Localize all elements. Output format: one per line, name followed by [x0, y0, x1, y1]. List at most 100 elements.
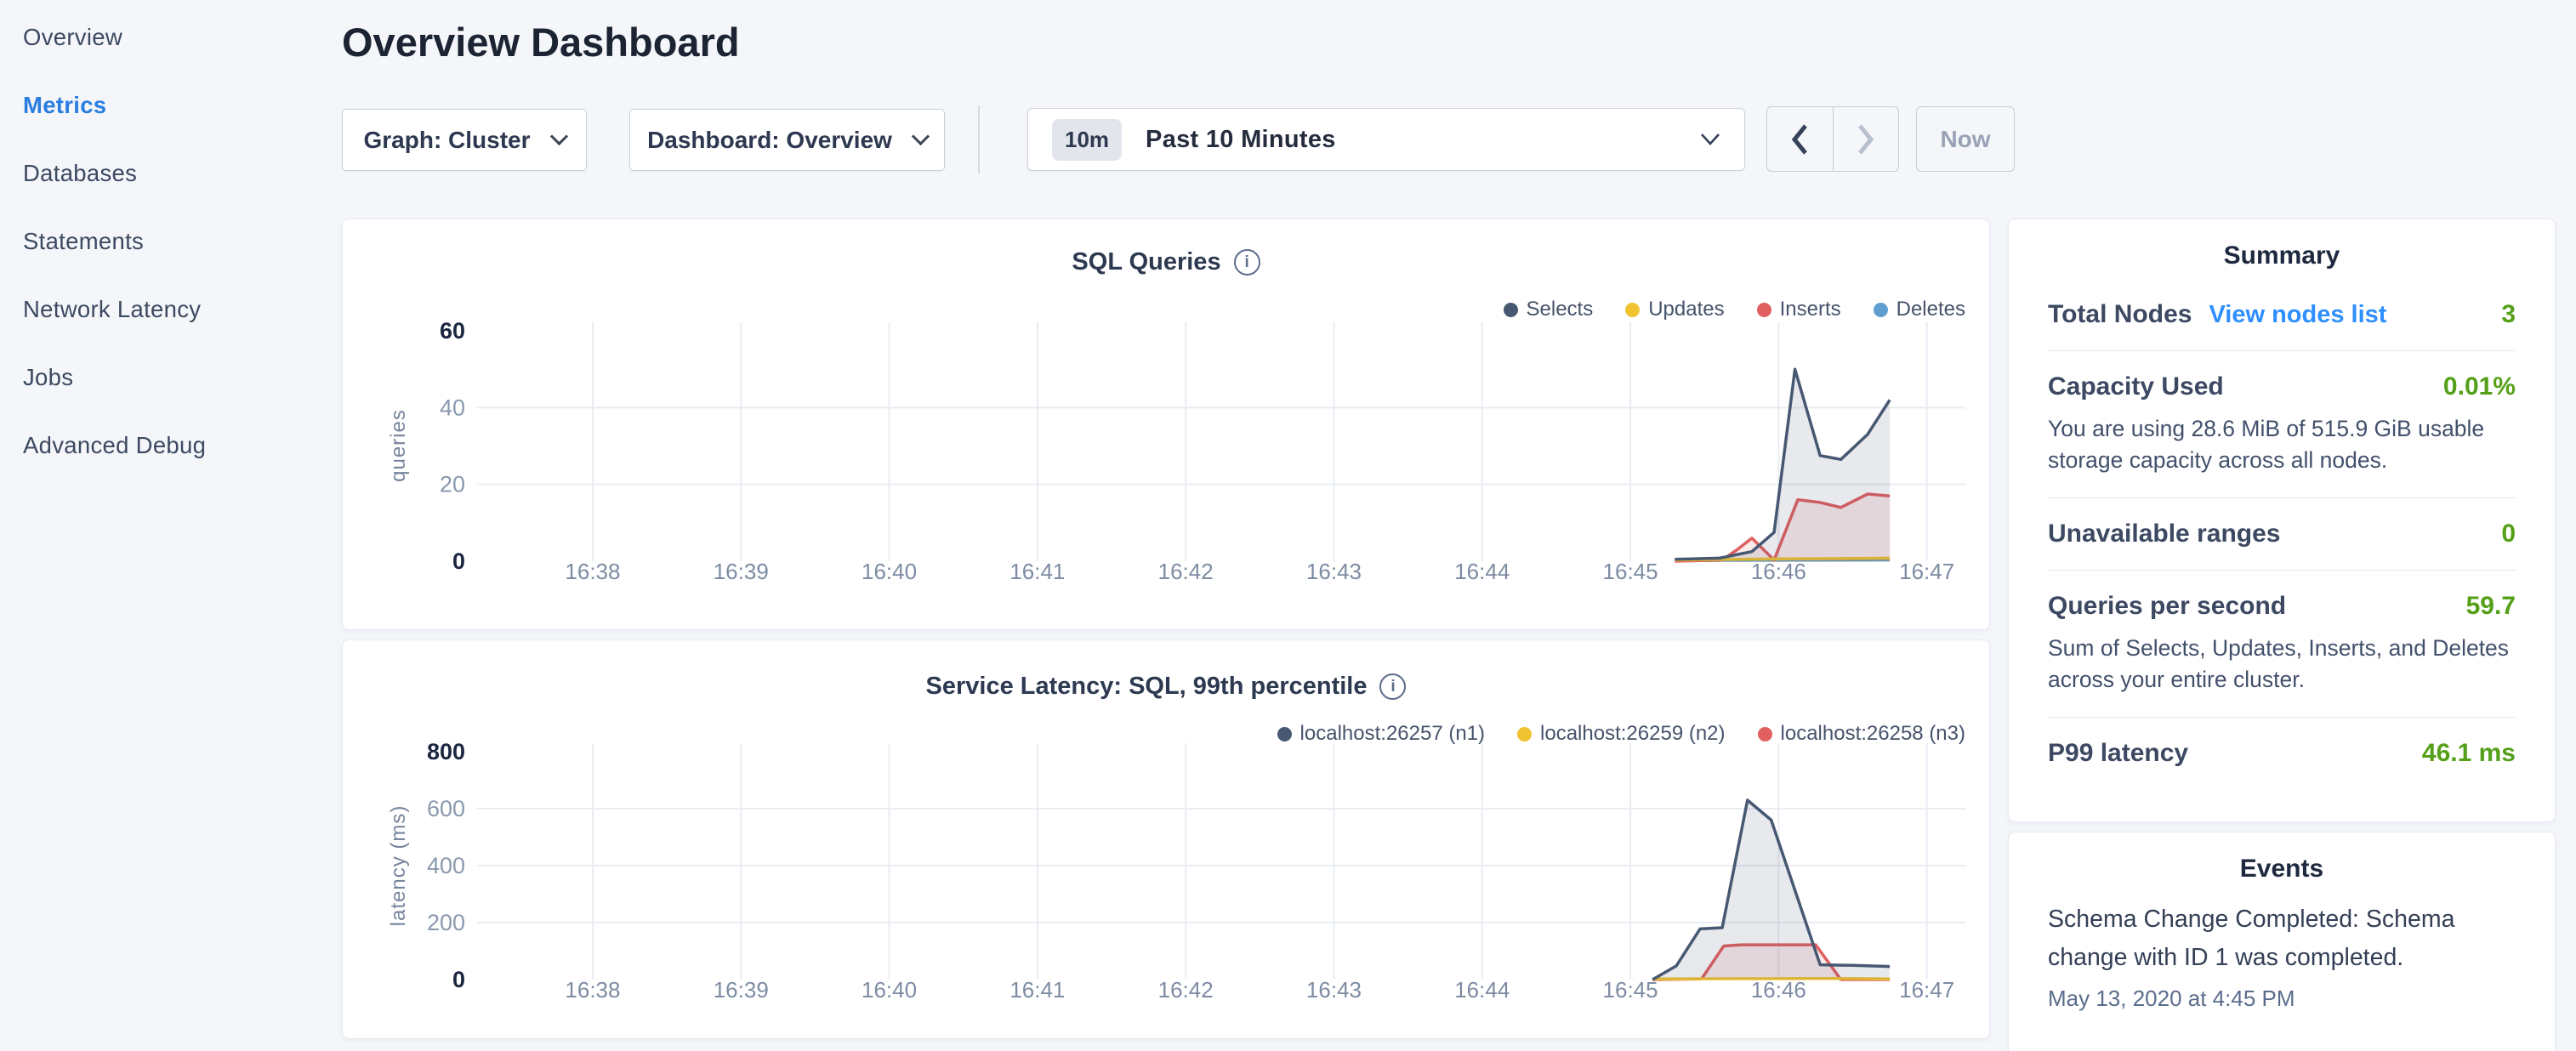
legend-dot-icon: [1277, 727, 1292, 741]
graph-dropdown[interactable]: Graph: Cluster: [342, 109, 587, 171]
svg-text:16:42: 16:42: [1158, 977, 1214, 1003]
legend-label: Deletes: [1896, 298, 1965, 321]
summary-row-value: 0.01%: [2443, 372, 2516, 401]
controls-divider: [978, 105, 980, 173]
summary-row-label: Capacity Used: [2048, 372, 2224, 401]
summary-row-label: Queries per second: [2048, 592, 2286, 621]
summary-rows: Total Nodes View nodes list 3 Capacity Used…: [2009, 279, 2555, 789]
legend-dot-icon: [1504, 303, 1518, 317]
svg-text:0: 0: [452, 967, 465, 992]
svg-text:16:40: 16:40: [862, 559, 917, 584]
legend-label: Selects: [1527, 298, 1594, 321]
sql-queries-card: SQL Queries i Selects Updates Inserts Delet…: [342, 219, 1990, 630]
sidebar-item-metrics[interactable]: Metrics: [0, 71, 342, 139]
legend-dot-icon: [1757, 303, 1771, 317]
chart-title: Service Latency: SQL, 99th percentile i: [343, 673, 1989, 701]
time-range-label: Past 10 Minutes: [1146, 126, 1336, 154]
legend-label: Updates: [1648, 298, 1724, 321]
svg-text:200: 200: [427, 910, 465, 935]
sidebar-item-advanced-debug[interactable]: Advanced Debug: [0, 412, 342, 480]
events-list: Schema Change Completed: Schema change w…: [2009, 892, 2555, 1012]
summary-row-label: Total Nodes: [2048, 300, 2192, 329]
legend-item[interactable]: Updates: [1625, 298, 1724, 321]
summary-panel: Summary Total NodesView nodes list3Capac…: [2008, 219, 2556, 822]
legend-item[interactable]: localhost:26257 (n1): [1277, 722, 1485, 746]
legend-item[interactable]: localhost:26258 (n3): [1758, 722, 1965, 746]
svg-text:600: 600: [427, 796, 465, 821]
svg-text:16:44: 16:44: [1454, 977, 1510, 1003]
legend-label: localhost:26257 (n1): [1300, 722, 1485, 746]
chevron-left-icon: [1790, 123, 1809, 156]
summary-row: Capacity Used0.01%You are using 28.6 MiB…: [2048, 350, 2516, 497]
svg-text:16:46: 16:46: [1751, 977, 1806, 1003]
svg-text:800: 800: [427, 739, 465, 764]
chevron-down-icon: [549, 128, 567, 145]
overview-dashboard-page: { "sidebar": { "items": [ {"label": "Ove…: [0, 0, 2576, 1051]
sidebar-item-network-latency[interactable]: Network Latency: [0, 276, 342, 344]
legend-item[interactable]: Selects: [1504, 298, 1594, 321]
legend-dot-icon: [1874, 303, 1888, 317]
time-range-badge: 10m: [1052, 119, 1122, 161]
svg-text:16:41: 16:41: [1009, 559, 1065, 584]
legend-dot-icon: [1758, 727, 1772, 741]
svg-text:40: 40: [440, 395, 465, 420]
sidebar: OverviewMetricsDatabasesStatementsNetwor…: [0, 0, 342, 1051]
summary-row: Unavailable ranges 0: [2048, 497, 2516, 570]
summary-row-description: Sum of Selects, Updates, Inserts, and De…: [2048, 633, 2516, 696]
chart-title-text: SQL Queries: [1072, 248, 1220, 276]
prev-time-button[interactable]: [1767, 107, 1833, 171]
time-range-selector[interactable]: 10m Past 10 Minutes: [1027, 108, 1745, 171]
summary-row-label: Unavailable ranges: [2048, 520, 2280, 548]
summary-row-value: 3: [2501, 300, 2516, 329]
summary-row: Total Nodes View nodes list 3: [2048, 279, 2516, 350]
now-button[interactable]: Now: [1916, 106, 2015, 172]
svg-text:16:47: 16:47: [1899, 559, 1954, 584]
legend-item[interactable]: Inserts: [1757, 298, 1841, 321]
chevron-down-icon: [1700, 133, 1720, 146]
svg-text:16:38: 16:38: [565, 559, 620, 584]
svg-text:16:42: 16:42: [1158, 559, 1214, 584]
chevron-right-icon: [1857, 123, 1875, 156]
summary-row: P99 latency 46.1 ms: [2048, 717, 2516, 789]
legend-item[interactable]: Deletes: [1874, 298, 1965, 321]
svg-text:16:45: 16:45: [1603, 559, 1658, 584]
summary-row-value: 59.7: [2466, 592, 2516, 621]
next-time-button[interactable]: [1833, 107, 1899, 171]
dashboard-dropdown[interactable]: Dashboard: Overview: [629, 109, 945, 171]
legend-label: Inserts: [1780, 298, 1841, 321]
sidebar-item-databases[interactable]: Databases: [0, 139, 342, 207]
sidebar-item-statements[interactable]: Statements: [0, 207, 342, 276]
svg-text:16:39: 16:39: [714, 559, 769, 584]
summary-row-value: 0: [2501, 520, 2516, 548]
svg-text:16:45: 16:45: [1603, 977, 1658, 1003]
svg-text:16:39: 16:39: [714, 977, 769, 1003]
chevron-down-icon: [912, 128, 930, 145]
legend-item[interactable]: localhost:26259 (n2): [1517, 722, 1725, 746]
svg-text:16:44: 16:44: [1454, 559, 1510, 584]
time-pager: [1766, 106, 1899, 172]
graph-dropdown-label: Graph: Cluster: [363, 127, 530, 154]
legend-label: localhost:26259 (n2): [1540, 722, 1725, 746]
sidebar-item-jobs[interactable]: Jobs: [0, 344, 342, 412]
events-title: Events: [2009, 855, 2555, 883]
chart-title: SQL Queries i: [343, 248, 1989, 276]
y-axis-title: latency (ms): [385, 738, 412, 993]
summary-row-label: P99 latency: [2048, 739, 2188, 768]
info-icon[interactable]: i: [1234, 249, 1260, 276]
chart-title-text: Service Latency: SQL, 99th percentile: [926, 673, 1368, 701]
event-timestamp: May 13, 2020 at 4:45 PM: [2048, 986, 2516, 1012]
sidebar-nav-list: OverviewMetricsDatabasesStatementsNetwor…: [0, 0, 342, 480]
legend-label: localhost:26258 (n3): [1781, 722, 1965, 746]
event-message[interactable]: Schema Change Completed: Schema change w…: [2048, 900, 2516, 977]
svg-text:16:40: 16:40: [862, 977, 917, 1003]
chart-legend: localhost:26257 (n1) localhost:26259 (n2)…: [1245, 722, 1965, 746]
svg-text:400: 400: [427, 853, 465, 878]
sql-queries-chart: 16:3816:3916:4016:4116:4216:4316:4416:45…: [343, 219, 1991, 631]
chart-legend: Selects Updates Inserts Deletes: [1471, 298, 1966, 321]
sidebar-item-overview[interactable]: Overview: [0, 3, 342, 71]
view-nodes-list-link[interactable]: View nodes list: [2209, 301, 2386, 329]
summary-row-value: 46.1 ms: [2422, 739, 2516, 768]
svg-text:60: 60: [440, 318, 465, 344]
info-icon[interactable]: i: [1379, 673, 1406, 700]
summary-row: Queries per second 59.7 Sum of Selects, Up…: [2048, 570, 2516, 717]
